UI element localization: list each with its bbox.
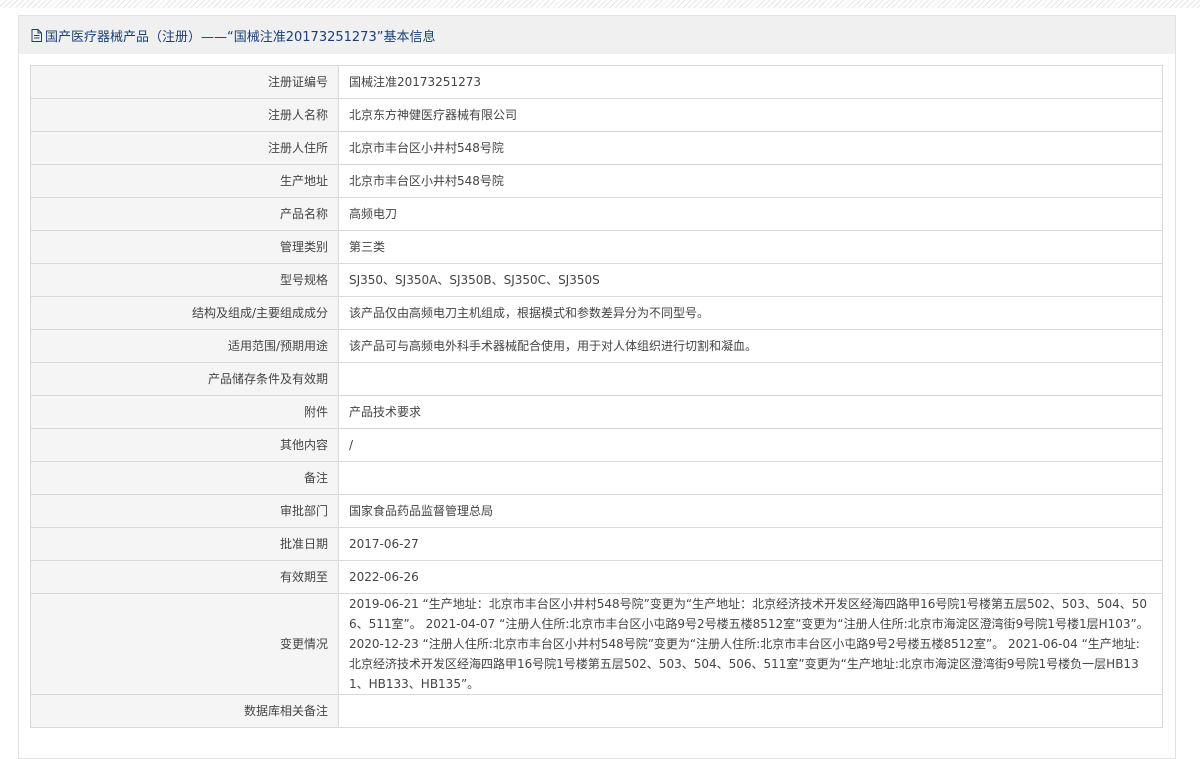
table-row: 产品名称 高频电刀: [30, 197, 1163, 231]
row-label: 附件: [30, 395, 339, 429]
row-label: 有效期至: [30, 560, 339, 594]
row-label: 结构及组成/主要组成成分: [30, 296, 339, 330]
row-label: 数据库相关备注: [30, 694, 339, 728]
row-label: 变更情况: [30, 593, 339, 695]
table-row: 其他内容 /: [30, 428, 1163, 462]
panel-body: 注册证编号 国械注准20173251273 注册人名称 北京东方神健医疗器械有限…: [19, 54, 1175, 758]
row-label: 管理类别: [30, 230, 339, 264]
row-value: 2017-06-27: [338, 527, 1163, 561]
row-value: SJ350、SJ350A、SJ350B、SJ350C、SJ350S: [338, 263, 1163, 297]
table-row: 注册人名称 北京东方神健医疗器械有限公司: [30, 98, 1163, 132]
table-row: 产品储存条件及有效期: [30, 362, 1163, 396]
table-row: 生产地址 北京市丰台区小井村548号院: [30, 164, 1163, 198]
table-row: 适用范围/预期用途 该产品可与高频电外科手术器械配合使用，用于对人体组织进行切割…: [30, 329, 1163, 363]
table-row: 注册人住所 北京市丰台区小井村548号院: [30, 131, 1163, 165]
row-label: 注册证编号: [30, 65, 339, 99]
table-row: 批准日期 2017-06-27: [30, 527, 1163, 561]
table-row: 变更情况 2019-06-21 “生产地址：北京市丰台区小井村548号院”变更为…: [30, 593, 1163, 695]
row-value: 2019-06-21 “生产地址：北京市丰台区小井村548号院”变更为“生产地址…: [338, 593, 1163, 695]
table-row: 管理类别 第三类: [30, 230, 1163, 264]
row-value: 北京市丰台区小井村548号院: [338, 131, 1163, 165]
panel-header: 国产医疗器械产品（注册）——“国械注准20173251273”基本信息: [19, 16, 1175, 54]
row-label: 注册人住所: [30, 131, 339, 165]
row-label: 注册人名称: [30, 98, 339, 132]
row-label: 其他内容: [30, 428, 339, 462]
row-value: 北京市丰台区小井村548号院: [338, 164, 1163, 198]
row-label: 批准日期: [30, 527, 339, 561]
row-label: 审批部门: [30, 494, 339, 528]
table-row: 附件 产品技术要求: [30, 395, 1163, 429]
row-value: [338, 461, 1163, 495]
table-row: 型号规格 SJ350、SJ350A、SJ350B、SJ350C、SJ350S: [30, 263, 1163, 297]
table-row: 备注: [30, 461, 1163, 495]
row-value: 国家食品药品监督管理总局: [338, 494, 1163, 528]
table-row: 审批部门 国家食品药品监督管理总局: [30, 494, 1163, 528]
row-value: 第三类: [338, 230, 1163, 264]
row-value: [338, 694, 1163, 728]
info-panel: 国产医疗器械产品（注册）——“国械注准20173251273”基本信息 注册证编…: [18, 15, 1176, 759]
top-stripe-decoration: [0, 0, 1200, 8]
info-table: 注册证编号 国械注准20173251273 注册人名称 北京东方神健医疗器械有限…: [30, 65, 1163, 728]
document-icon: [31, 28, 42, 42]
row-value: 产品技术要求: [338, 395, 1163, 429]
row-value: 该产品仅由高频电刀主机组成，根据模式和参数差异分为不同型号。: [338, 296, 1163, 330]
table-row: 注册证编号 国械注准20173251273: [30, 65, 1163, 99]
table-row: 有效期至 2022-06-26: [30, 560, 1163, 594]
row-value: 北京东方神健医疗器械有限公司: [338, 98, 1163, 132]
row-label: 产品储存条件及有效期: [30, 362, 339, 396]
row-value: 该产品可与高频电外科手术器械配合使用，用于对人体组织进行切割和凝血。: [338, 329, 1163, 363]
row-label: 生产地址: [30, 164, 339, 198]
row-value: 2022-06-26: [338, 560, 1163, 594]
row-label: 备注: [30, 461, 339, 495]
row-value: 高频电刀: [338, 197, 1163, 231]
row-value: /: [338, 428, 1163, 462]
row-label: 型号规格: [30, 263, 339, 297]
table-row: 结构及组成/主要组成成分 该产品仅由高频电刀主机组成，根据模式和参数差异分为不同…: [30, 296, 1163, 330]
row-label: 产品名称: [30, 197, 339, 231]
table-row: 数据库相关备注: [30, 694, 1163, 728]
row-value: 国械注准20173251273: [338, 65, 1163, 99]
page-title: 国产医疗器械产品（注册）——“国械注准20173251273”基本信息: [45, 29, 436, 45]
row-value: [338, 362, 1163, 396]
row-label: 适用范围/预期用途: [30, 329, 339, 363]
